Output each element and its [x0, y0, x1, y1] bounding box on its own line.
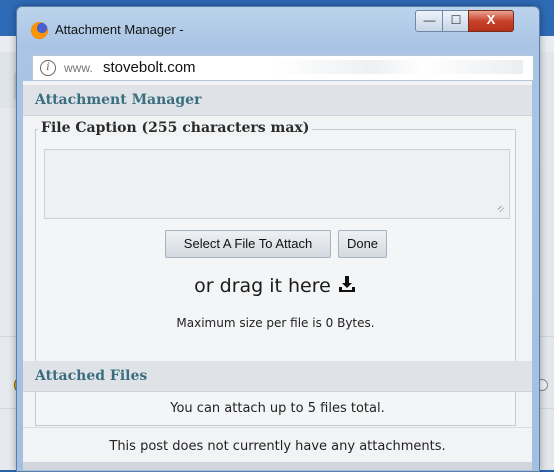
- file-caption-input[interactable]: [44, 149, 510, 219]
- no-attachments-text: This post does not currently have any at…: [109, 439, 446, 454]
- url-host: stovebolt.com: [103, 59, 196, 76]
- download-icon: [338, 276, 355, 292]
- max-size-text: Maximum size per file is 0 Bytes.: [176, 316, 375, 330]
- close-button[interactable]: X: [468, 10, 514, 32]
- title-bar[interactable]: Attachment Manager - — ☐ X: [17, 7, 539, 47]
- drop-zone[interactable]: or drag it here: [36, 274, 515, 297]
- resize-grip-icon[interactable]: [498, 206, 504, 212]
- address-bar[interactable]: i www. stovebolt.com: [32, 55, 534, 81]
- done-button[interactable]: Done: [338, 230, 387, 258]
- attached-files-header: Attached Files: [23, 361, 532, 392]
- maximize-button[interactable]: ☐: [442, 10, 470, 32]
- divider: [23, 427, 532, 428]
- minimize-button[interactable]: —: [415, 10, 444, 32]
- attachment-manager-header: Attachment Manager: [23, 85, 532, 116]
- file-caption-legend: File Caption (255 characters max): [38, 120, 313, 136]
- content-bottom-edge: [23, 462, 532, 470]
- firefox-icon: [31, 22, 48, 39]
- drag-text: or drag it here: [194, 275, 331, 297]
- attachment-manager-content: Attachment Manager File Caption (255 cha…: [23, 81, 532, 470]
- select-file-button[interactable]: Select A File To Attach: [165, 230, 331, 258]
- info-icon[interactable]: i: [40, 60, 56, 76]
- window-title: Attachment Manager -: [55, 22, 184, 37]
- url-redacted: [273, 60, 523, 74]
- url-scheme: www.: [64, 61, 93, 75]
- attach-limit-text: You can attach up to 5 files total.: [170, 401, 385, 416]
